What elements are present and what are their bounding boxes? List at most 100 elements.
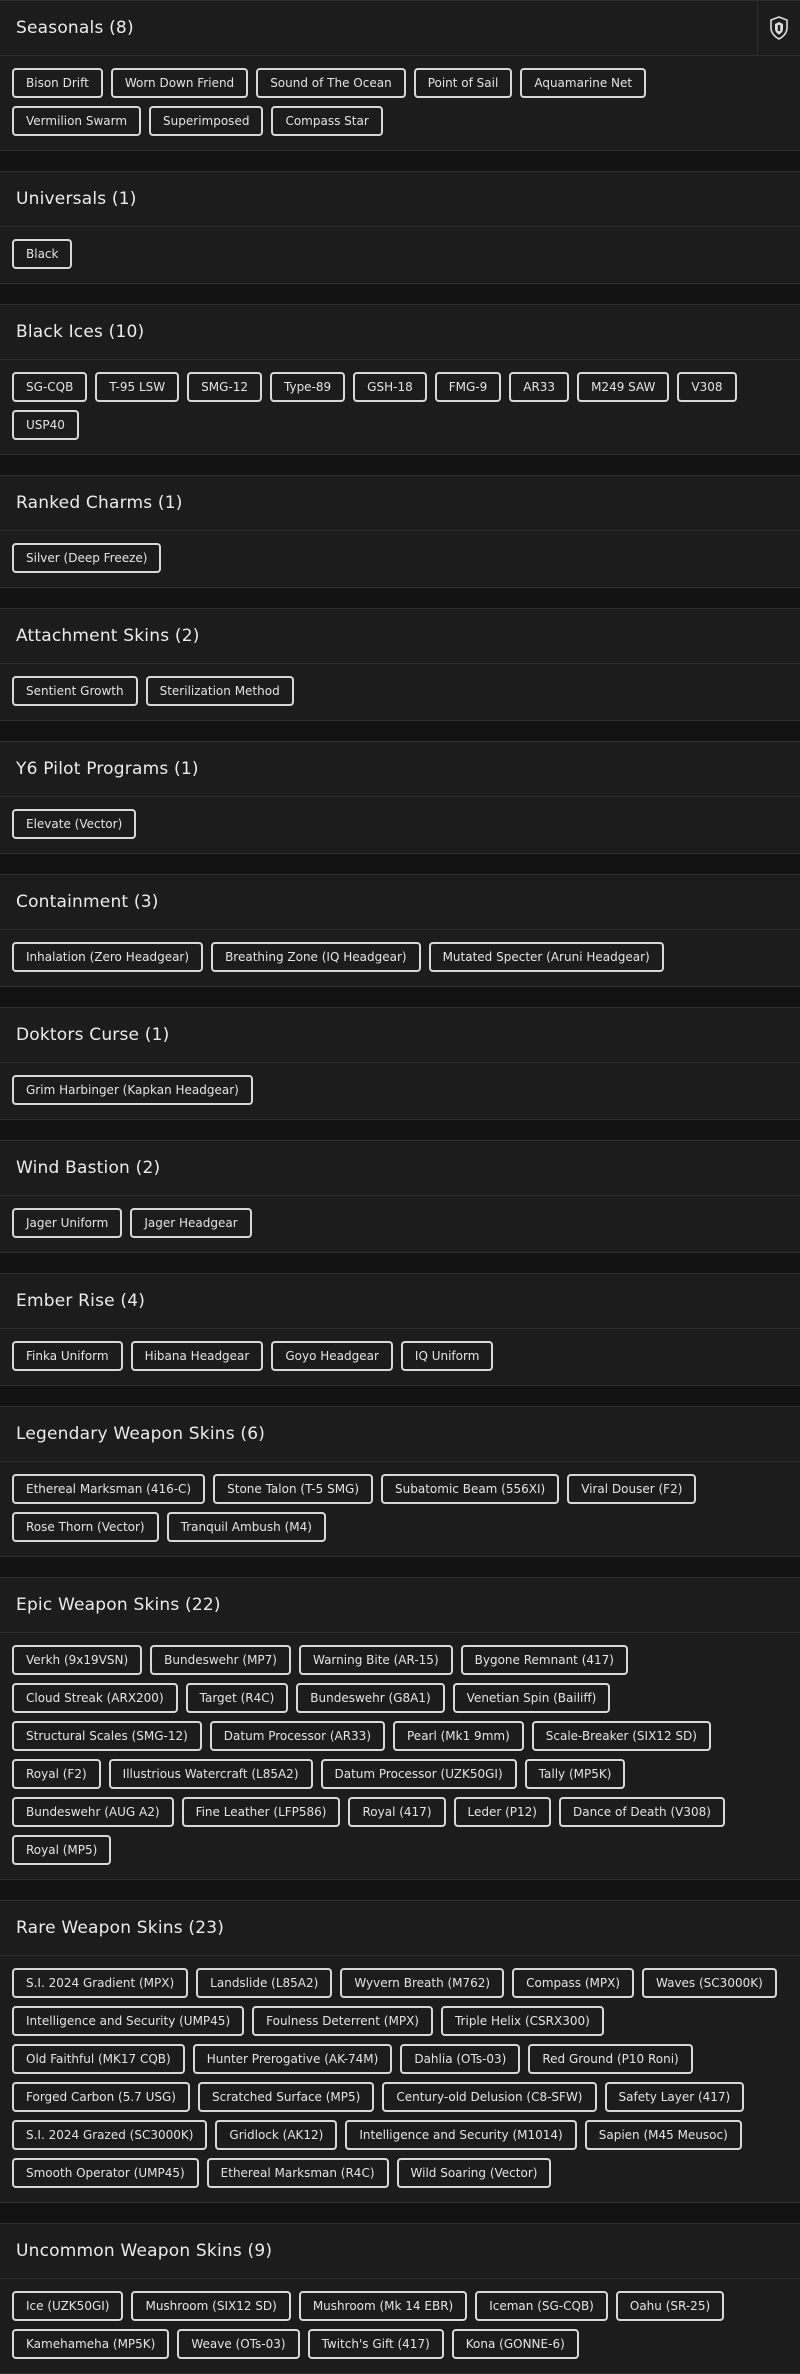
item-tag[interactable]: Type-89: [270, 372, 346, 402]
item-tag[interactable]: Aquamarine Net: [520, 68, 647, 98]
item-tag[interactable]: Datum Processor (AR33): [209, 1721, 385, 1751]
item-tag[interactable]: Venetian Spin (Bailiff): [452, 1683, 611, 1713]
item-tag[interactable]: Smooth Operator (UMP45): [12, 2158, 199, 2188]
item-tag[interactable]: Sterilization Method: [145, 676, 294, 706]
item-tag[interactable]: Wyvern Breath (M762): [340, 1968, 505, 1998]
item-tag[interactable]: Grim Harbinger (Kapkan Headgear): [12, 1075, 253, 1105]
item-tag[interactable]: Silver (Deep Freeze): [12, 543, 162, 573]
item-tag[interactable]: IQ Uniform: [400, 1341, 494, 1371]
item-tag[interactable]: Hibana Headgear: [130, 1341, 264, 1371]
item-tag[interactable]: Bundeswehr (MP7): [150, 1645, 291, 1675]
item-tag[interactable]: Royal (F2): [12, 1759, 101, 1789]
tag-list: Ice (UZK50GI) Mushroom (SIX12 SD) Mushroom…: [0, 2279, 800, 2373]
tag-list: Verkh (9x19VSN) Bundeswehr (MP7) Warning B…: [0, 1633, 800, 1879]
item-tag[interactable]: Kamehameha (MP5K): [12, 2329, 170, 2359]
item-tag[interactable]: Ethereal Marksman (416-C): [12, 1474, 206, 1504]
category-section: Rare Weapon Skins (23) S.I. 2024 Gradient…: [0, 1900, 800, 2203]
item-tag[interactable]: Worn Down Friend: [110, 68, 249, 98]
item-tag[interactable]: Subatomic Beam (556XI): [381, 1474, 560, 1504]
item-tag[interactable]: Mushroom (Mk 14 EBR): [298, 2291, 468, 2321]
item-tag[interactable]: Royal (417): [348, 1797, 446, 1827]
item-tag[interactable]: SMG-12: [187, 372, 262, 402]
item-tag[interactable]: M249 SAW: [577, 372, 670, 402]
item-tag[interactable]: T-95 LSW: [95, 372, 180, 402]
item-tag[interactable]: AR33: [509, 372, 570, 402]
item-tag[interactable]: Warning Bite (AR-15): [298, 1645, 453, 1675]
item-tag[interactable]: Ethereal Marksman (R4C): [206, 2158, 389, 2188]
item-tag[interactable]: Sentient Growth: [12, 676, 138, 706]
item-tag[interactable]: Structural Scales (SMG-12): [12, 1721, 202, 1751]
item-tag[interactable]: Leder (P12): [453, 1797, 551, 1827]
item-tag[interactable]: Intelligence and Security (UMP45): [12, 2006, 245, 2036]
item-tag[interactable]: Fine Leather (LFP586): [181, 1797, 341, 1827]
item-tag[interactable]: Waves (SC3000K): [642, 1968, 777, 1998]
item-tag[interactable]: Superimposed: [149, 106, 264, 136]
item-tag[interactable]: Kona (GONNE-6): [451, 2329, 579, 2359]
item-tag[interactable]: Mutated Specter (Aruni Headgear): [428, 942, 664, 972]
item-tag[interactable]: Tranquil Ambush (M4): [166, 1512, 326, 1542]
item-tag[interactable]: S.I. 2024 Gradient (MPX): [12, 1968, 189, 1998]
item-tag[interactable]: Compass Star: [271, 106, 383, 136]
item-tag[interactable]: Bison Drift: [12, 68, 103, 98]
item-tag[interactable]: Safety Layer (417): [604, 2082, 745, 2112]
item-tag[interactable]: Verkh (9x19VSN): [12, 1645, 143, 1675]
item-tag[interactable]: Vermilion Swarm: [12, 106, 142, 136]
item-tag[interactable]: Tally (MP5K): [524, 1759, 626, 1789]
item-tag[interactable]: Gridlock (AK12): [215, 2120, 338, 2150]
tag-list: S.I. 2024 Gradient (MPX) Landslide (L85A2…: [0, 1956, 800, 2202]
item-tag[interactable]: USP40: [12, 410, 79, 440]
item-tag[interactable]: Mushroom (SIX12 SD): [131, 2291, 291, 2321]
item-tag[interactable]: Scratched Surface (MP5): [197, 2082, 375, 2112]
item-tag[interactable]: Oahu (SR-25): [615, 2291, 725, 2321]
item-tag[interactable]: Foulness Deterrent (MPX): [252, 2006, 433, 2036]
item-tag[interactable]: Black: [12, 239, 73, 269]
item-tag[interactable]: GSH-18: [353, 372, 427, 402]
item-tag[interactable]: Jager Uniform: [12, 1208, 123, 1238]
item-tag[interactable]: FMG-9: [434, 372, 502, 402]
item-tag[interactable]: Bundeswehr (AUG A2): [12, 1797, 174, 1827]
item-tag[interactable]: Century-old Delusion (C8-SFW): [382, 2082, 597, 2112]
category-section: Epic Weapon Skins (22) Verkh (9x19VSN) Bun…: [0, 1577, 800, 1880]
item-tag[interactable]: Forged Carbon (5.7 USG): [12, 2082, 190, 2112]
item-tag[interactable]: V308: [677, 372, 737, 402]
item-tag[interactable]: Elevate (Vector): [12, 809, 137, 839]
item-tag[interactable]: Bundeswehr (G8A1): [296, 1683, 445, 1713]
item-tag[interactable]: Sapien (M45 Meusoc): [584, 2120, 742, 2150]
item-tag[interactable]: Dance of Death (V308): [558, 1797, 725, 1827]
item-tag[interactable]: Jager Headgear: [130, 1208, 252, 1238]
item-tag[interactable]: Sound of The Ocean: [256, 68, 406, 98]
item-tag[interactable]: Royal (MP5): [12, 1835, 112, 1865]
item-tag[interactable]: Cloud Streak (ARX200): [12, 1683, 178, 1713]
item-tag[interactable]: Ice (UZK50GI): [12, 2291, 124, 2321]
item-tag[interactable]: Viral Douser (F2): [567, 1474, 697, 1504]
item-tag[interactable]: Datum Processor (UZK50GI): [320, 1759, 517, 1789]
item-tag[interactable]: Compass (MPX): [512, 1968, 634, 1998]
item-tag[interactable]: Finka Uniform: [12, 1341, 123, 1371]
item-tag[interactable]: Twitch's Gift (417): [307, 2329, 444, 2359]
item-tag[interactable]: Old Faithful (MK17 CQB): [12, 2044, 185, 2074]
item-tag[interactable]: Breathing Zone (IQ Headgear): [211, 942, 421, 972]
item-tag[interactable]: Goyo Headgear: [271, 1341, 393, 1371]
item-tag[interactable]: S.I. 2024 Grazed (SC3000K): [12, 2120, 208, 2150]
section-title: Rare Weapon Skins (23): [0, 1901, 800, 1956]
item-tag[interactable]: Intelligence and Security (M1014): [345, 2120, 577, 2150]
item-tag[interactable]: Inhalation (Zero Headgear): [12, 942, 204, 972]
item-tag[interactable]: Pearl (Mk1 9mm): [393, 1721, 524, 1751]
item-tag[interactable]: Target (R4C): [185, 1683, 289, 1713]
item-tag[interactable]: Iceman (SG-CQB): [475, 2291, 608, 2321]
item-tag[interactable]: Triple Helix (CSRX300): [440, 2006, 604, 2036]
item-tag[interactable]: Dahlia (OTs-03): [400, 2044, 521, 2074]
item-tag[interactable]: Scale-Breaker (SIX12 SD): [531, 1721, 711, 1751]
item-tag[interactable]: Point of Sail: [413, 68, 513, 98]
item-tag[interactable]: Landslide (L85A2): [196, 1968, 333, 1998]
item-tag[interactable]: SG-CQB: [12, 372, 88, 402]
item-tag[interactable]: Stone Talon (T-5 SMG): [213, 1474, 374, 1504]
badge-icon[interactable]: [757, 1, 800, 55]
item-tag[interactable]: Red Ground (P10 Roni): [528, 2044, 693, 2074]
item-tag[interactable]: Wild Soaring (Vector): [396, 2158, 552, 2188]
item-tag[interactable]: Hunter Prerogative (AK-74M): [192, 2044, 393, 2074]
item-tag[interactable]: Illustrious Watercraft (L85A2): [108, 1759, 313, 1789]
item-tag[interactable]: Bygone Remnant (417): [460, 1645, 628, 1675]
item-tag[interactable]: Weave (OTs-03): [177, 2329, 300, 2359]
item-tag[interactable]: Rose Thorn (Vector): [12, 1512, 159, 1542]
